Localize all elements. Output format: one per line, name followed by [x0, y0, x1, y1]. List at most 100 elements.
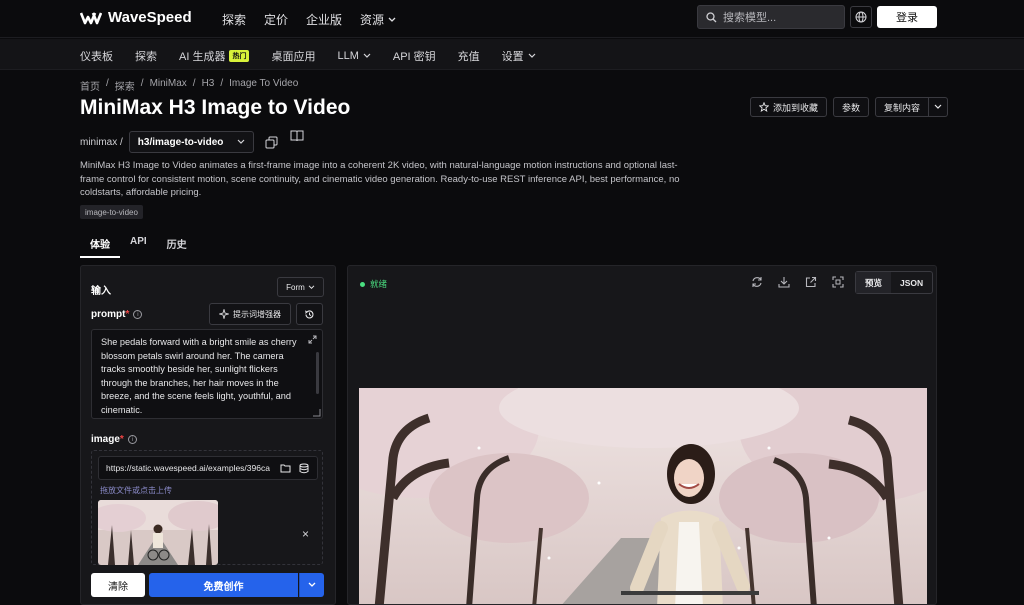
favorite-button[interactable]: 添加到收藏	[750, 97, 828, 117]
model-select[interactable]: h3/image-to-video	[128, 131, 255, 153]
topnav-resources-label: 资源	[360, 13, 385, 27]
mode-label: Form	[286, 282, 305, 292]
breadcrumb-explore[interactable]: 探索	[115, 78, 135, 93]
image-url-input[interactable]: https://static.wavespeed.ai/examples/396…	[98, 456, 318, 480]
login-button[interactable]: 登录	[877, 6, 937, 28]
download-icon[interactable]	[777, 275, 791, 289]
topnav-enterprise[interactable]: 企业版	[306, 11, 342, 28]
fullscreen-icon[interactable]	[831, 275, 845, 289]
breadcrumb-separator: /	[220, 78, 224, 89]
subnav-ai-generator[interactable]: AI 生成器 热门	[179, 48, 250, 64]
favorite-label: 添加到收藏	[773, 102, 819, 113]
breadcrumb-separator: /	[192, 78, 196, 89]
input-panel: 输入 Form prompt * i 提示词增强器 She pedals forw…	[80, 265, 336, 605]
model-owner: minimax /	[80, 136, 123, 148]
hot-badge: 热门	[229, 50, 250, 62]
image-thumbnail	[98, 500, 218, 565]
subnav-dashboard[interactable]: 仪表板	[80, 48, 113, 64]
output-panel: 就绪 预览 JSON	[347, 265, 937, 605]
breadcrumb: 首页 / 探索 / MiniMax / H3 / Image To Video	[80, 78, 298, 93]
subnav-topup[interactable]: 充值	[458, 48, 480, 64]
breadcrumb-separator: /	[106, 78, 109, 89]
subnav-llm-label: LLM	[337, 50, 359, 62]
search-input[interactable]: 搜索模型...	[697, 5, 845, 29]
create-dropdown-button[interactable]	[299, 573, 324, 597]
star-icon	[759, 102, 769, 112]
header-actions: 添加到收藏 参数 复制内容	[750, 97, 949, 117]
required-marker: *	[119, 434, 124, 445]
subnav-ai-generator-label: AI 生成器	[179, 51, 226, 63]
subnav-llm[interactable]: LLM	[337, 48, 371, 64]
chevron-down-icon	[308, 582, 316, 587]
breadcrumb-h3[interactable]: H3	[202, 78, 215, 93]
copy-split-button: 复制内容	[875, 97, 949, 117]
prompt-enhancer-button[interactable]: 提示词增强器	[209, 303, 291, 325]
subnav-settings[interactable]: 设置	[502, 48, 536, 64]
info-icon[interactable]: i	[133, 310, 143, 319]
tab-playground[interactable]: 体验	[80, 236, 120, 258]
folder-icon[interactable]	[280, 463, 291, 473]
refresh-icon[interactable]	[750, 275, 764, 289]
info-icon[interactable]: i	[127, 435, 137, 444]
upload-hint[interactable]: 拖放文件或点击上传	[100, 485, 172, 496]
top-navbar: WaveSpeed 探索 定价 企业版 资源 搜索模型... 登录	[0, 0, 1024, 38]
copy-dropdown-button[interactable]	[929, 97, 949, 117]
image-label-group: image * i	[91, 434, 137, 445]
mode-select[interactable]: Form	[277, 277, 324, 297]
subnav-api-keys[interactable]: API 密钥	[393, 48, 436, 64]
breadcrumb-minimax[interactable]: MiniMax	[150, 78, 187, 93]
copy-icon[interactable]	[265, 136, 278, 149]
model-description: MiniMax H3 Image to Video animates a fir…	[80, 160, 680, 198]
open-external-icon[interactable]	[804, 275, 818, 289]
chevron-down-icon	[363, 53, 371, 58]
view-toggle: 预览 JSON	[855, 271, 934, 294]
chevron-down-icon	[528, 53, 536, 58]
category-tag[interactable]: image-to-video	[80, 205, 143, 219]
create-button[interactable]: 免费创作	[149, 573, 298, 597]
model-selector-row: minimax / h3/image-to-video	[80, 129, 304, 153]
scrollbar[interactable]	[316, 352, 319, 394]
tab-api[interactable]: API	[120, 236, 157, 258]
input-heading: 输入	[91, 286, 111, 297]
preview-art	[359, 388, 927, 604]
search-placeholder: 搜索模型...	[723, 12, 777, 24]
view-preview-button[interactable]: 预览	[856, 272, 892, 293]
expand-icon[interactable]	[308, 335, 317, 344]
chevron-down-icon	[237, 139, 245, 144]
clear-button[interactable]: 清除	[91, 573, 145, 597]
topnav-explore[interactable]: 探索	[222, 11, 246, 28]
status-text: 就绪	[370, 279, 388, 289]
language-button[interactable]	[850, 6, 872, 28]
prompt-text: She pedals forward with a bright smile a…	[101, 337, 297, 415]
topnav-pricing[interactable]: 定价	[264, 11, 288, 28]
params-button[interactable]: 参数	[833, 97, 870, 117]
chevron-down-icon	[308, 284, 315, 289]
wavespeed-logo-icon	[80, 12, 102, 24]
breadcrumb-home[interactable]: 首页	[80, 78, 100, 93]
remove-image-button[interactable]: ×	[302, 527, 309, 541]
resize-handle-icon[interactable]	[312, 408, 321, 417]
prompt-label-group: prompt * i	[91, 309, 143, 320]
topnav-resources[interactable]: 资源	[360, 11, 396, 28]
book-icon[interactable]	[290, 129, 304, 142]
database-icon[interactable]	[299, 463, 309, 474]
image-dropzone[interactable]: https://static.wavespeed.ai/examples/396…	[91, 450, 323, 565]
view-json-button[interactable]: JSON	[891, 272, 932, 293]
globe-icon	[855, 11, 867, 23]
sub-navbar: 仪表板 探索 AI 生成器 热门 桌面应用 LLM API 密钥 充值 设置	[0, 39, 1024, 70]
prompt-history-button[interactable]	[296, 303, 323, 325]
search-icon	[706, 11, 717, 22]
required-marker: *	[125, 309, 130, 320]
subnav-desktop-app[interactable]: 桌面应用	[271, 48, 315, 64]
brand-logo[interactable]: WaveSpeed	[80, 9, 192, 26]
output-preview-image	[359, 388, 927, 604]
top-nav: 探索 定价 企业版 资源	[222, 11, 396, 28]
tab-history[interactable]: 历史	[157, 236, 197, 258]
image-label: image	[91, 434, 120, 445]
page-title: MiniMax H3 Image to Video	[80, 96, 351, 119]
copy-content-button[interactable]: 复制内容	[875, 97, 930, 117]
chevron-down-icon	[388, 17, 396, 22]
prompt-enhancer-label: 提示词增强器	[233, 309, 281, 319]
prompt-textarea[interactable]: She pedals forward with a bright smile a…	[91, 329, 323, 419]
subnav-explore[interactable]: 探索	[135, 48, 157, 64]
